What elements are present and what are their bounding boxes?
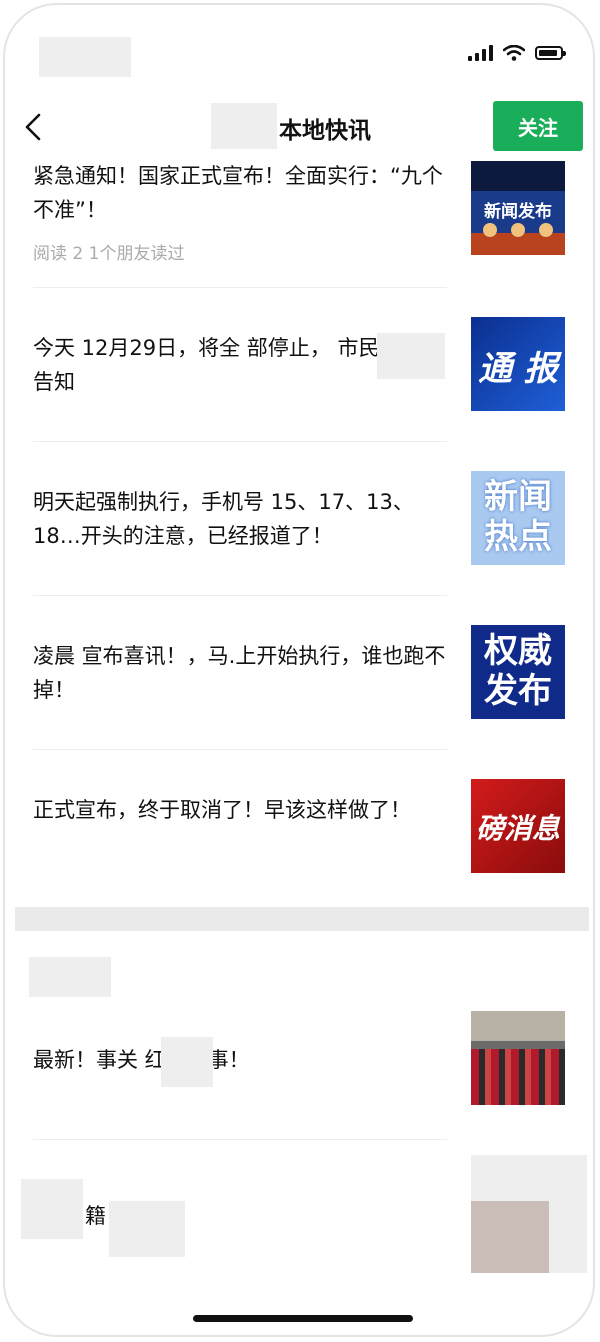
article-title[interactable]: 正式宣布，终于取消了！早该这样做了！ bbox=[33, 793, 447, 827]
news-conference-thumbnail[interactable]: 新闻发布 bbox=[471, 161, 565, 255]
thumb-blur-block bbox=[471, 1201, 549, 1273]
article-title[interactable]: 最新！事关 红白喜事！ bbox=[33, 1043, 447, 1077]
divider bbox=[33, 1139, 447, 1140]
redacted-text bbox=[377, 333, 445, 379]
divider bbox=[33, 287, 447, 288]
divider bbox=[33, 749, 447, 750]
redacted-text bbox=[161, 1037, 213, 1087]
crowd-icon bbox=[471, 1049, 565, 1105]
section-separator bbox=[15, 907, 589, 931]
redacted-text bbox=[21, 1179, 83, 1239]
hot-news-thumbnail[interactable]: 新闻热点 bbox=[471, 471, 565, 565]
thumb-caption: 新闻发布 bbox=[484, 202, 552, 222]
authoritative-release-thumbnail[interactable]: 权威发布 bbox=[471, 625, 565, 719]
person-icon bbox=[511, 223, 525, 237]
thumb-caption: 通 报 bbox=[478, 349, 558, 389]
crowd-photo-thumbnail[interactable] bbox=[471, 1011, 565, 1105]
person-icon bbox=[483, 223, 497, 237]
article-title[interactable]: 凌晨 宣布喜讯！，马.上开始执行，谁也跑不掉！ bbox=[33, 639, 447, 707]
divider bbox=[33, 595, 447, 596]
wifi-icon bbox=[503, 45, 525, 61]
phone-frame: 本地快讯 关注 紧急通知！国家正式宣布！全面实行：“九个不准”！ 阅读 2 1个… bbox=[3, 3, 595, 1337]
person-icon bbox=[539, 223, 553, 237]
article-meta: 阅读 2 1个朋友读过 bbox=[33, 244, 185, 264]
status-icons bbox=[468, 45, 566, 61]
thumb-caption: 权威发布 bbox=[484, 631, 552, 711]
thumb-caption: 磅消息 bbox=[475, 812, 560, 845]
battery-icon bbox=[535, 46, 566, 60]
back-icon[interactable] bbox=[17, 109, 51, 145]
divider bbox=[33, 441, 447, 442]
section-header-blurred bbox=[29, 957, 111, 997]
blurred-thumbnail[interactable] bbox=[471, 1155, 587, 1273]
account-name-blurred bbox=[211, 103, 277, 149]
page-title: 本地快讯 bbox=[279, 118, 371, 144]
signal-icon bbox=[468, 45, 493, 61]
article-title[interactable]: 明天起强制执行，手机号 15、17、13、18…开头的注意，已经报道了！ bbox=[33, 485, 447, 553]
redacted-text bbox=[109, 1201, 185, 1257]
article-title[interactable]: 紧急通知！国家正式宣布！全面实行：“九个不准”！ bbox=[33, 159, 447, 227]
carrier-blurred bbox=[39, 37, 131, 77]
home-indicator[interactable] bbox=[193, 1315, 413, 1322]
thumb-bg-top bbox=[471, 161, 565, 191]
thumb-caption: 新闻热点 bbox=[484, 477, 552, 557]
breaking-news-thumbnail[interactable]: 磅消息 bbox=[471, 779, 565, 873]
thumb-sky bbox=[471, 1011, 565, 1041]
bulletin-thumbnail[interactable]: 通 报 bbox=[471, 317, 565, 411]
follow-button[interactable]: 关注 bbox=[493, 101, 583, 151]
